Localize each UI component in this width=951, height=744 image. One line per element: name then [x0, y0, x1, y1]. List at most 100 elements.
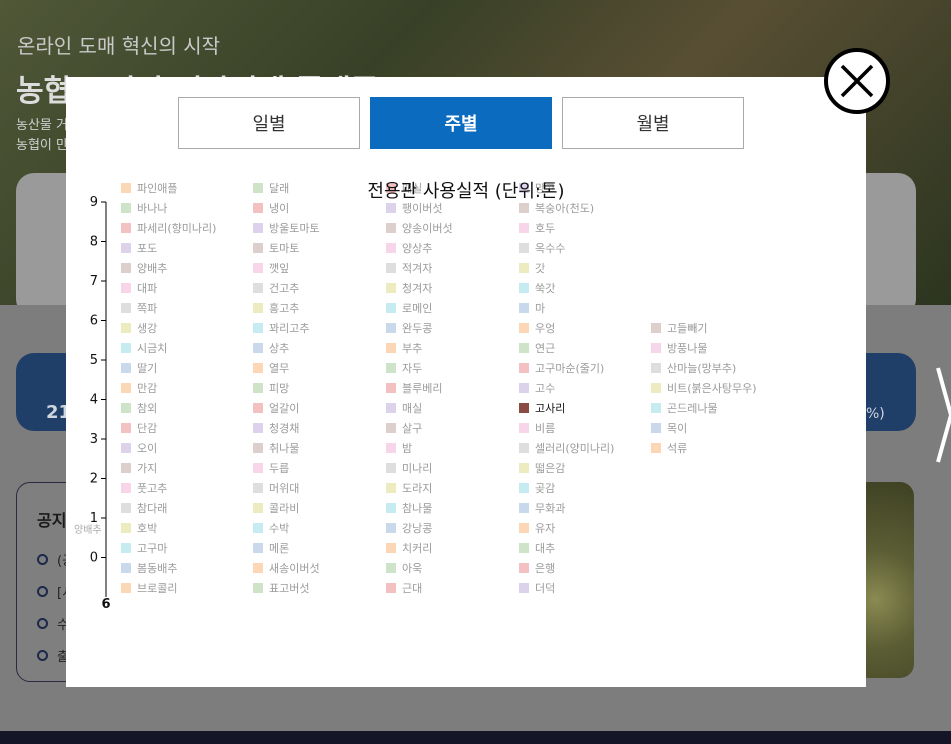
legend-item[interactable]: 산마늘(망부추) [651, 361, 736, 375]
legend-item[interactable]: 적겨자 [386, 261, 432, 275]
legend-item[interactable]: 매실 [386, 401, 422, 415]
legend-item[interactable]: 고사리 [519, 401, 565, 415]
legend-item[interactable]: 도라지 [386, 481, 432, 495]
legend-item[interactable]: 홍고추 [253, 301, 299, 315]
legend-item[interactable]: 대추 [519, 541, 555, 555]
legend-swatch [386, 423, 396, 433]
legend-item[interactable]: 청겨자 [386, 281, 432, 295]
legend-item[interactable]: 만감 [121, 381, 157, 395]
legend-item[interactable]: 머위대 [253, 481, 299, 495]
legend-item[interactable]: 표고버섯 [253, 581, 309, 595]
legend-item[interactable]: 새송이버섯 [253, 561, 320, 575]
legend-item[interactable]: 자두 [386, 361, 422, 375]
legend-item[interactable]: 쑥갓 [519, 281, 555, 295]
legend-item[interactable]: 치커리 [386, 541, 432, 555]
legend-swatch [519, 583, 529, 593]
legend-item[interactable]: 토마토 [253, 241, 299, 255]
legend-item[interactable]: 깻잎 [253, 261, 289, 275]
legend-item[interactable]: 브로콜리 [121, 581, 177, 595]
legend-item[interactable]: 고들빼기 [651, 321, 707, 335]
legend-item[interactable]: 콜라비 [253, 501, 299, 515]
legend-item[interactable]: 더덕 [519, 581, 555, 595]
close-button[interactable] [824, 48, 890, 114]
legend-label: 대추 [535, 542, 556, 555]
legend-item[interactable]: 무화과 [519, 501, 565, 515]
legend-item[interactable]: 건고추 [253, 281, 299, 295]
legend-item[interactable]: 양상추 [386, 241, 432, 255]
legend-item[interactable]: 단감 [121, 421, 157, 435]
legend-item[interactable]: 미나리 [386, 461, 432, 475]
legend-item[interactable]: 블루베리 [386, 381, 442, 395]
legend-item[interactable]: 살구 [386, 421, 422, 435]
legend-item[interactable]: 옥수수 [519, 241, 565, 255]
legend-item[interactable]: 봄동배추 [121, 561, 177, 575]
legend-item[interactable]: 열무 [253, 361, 289, 375]
legend-item[interactable]: 양송이버섯 [386, 221, 453, 235]
legend-swatch [386, 503, 396, 513]
legend-item[interactable]: 꽈리고추 [253, 321, 309, 335]
legend-item[interactable]: 복숭아(천도) [519, 201, 594, 215]
legend-item[interactable]: 취나물 [253, 441, 299, 455]
legend-item[interactable]: 호박 [121, 521, 157, 535]
legend-item[interactable]: 시금치 [121, 341, 167, 355]
legend-item[interactable]: 로메인 [386, 301, 432, 315]
legend-item[interactable]: 냉이 [253, 201, 289, 215]
legend-label: 유자 [535, 522, 556, 535]
legend-item[interactable]: 고구마순(줄기) [519, 361, 604, 375]
legend-label: 적겨자 [402, 262, 433, 275]
legend-item[interactable]: 파세리(향미나리) [121, 221, 216, 235]
legend-item[interactable]: 근대 [386, 581, 422, 595]
legend-item[interactable]: 연근 [519, 341, 555, 355]
legend-item[interactable]: 딸기 [121, 361, 157, 375]
legend-item[interactable]: 참나물 [386, 501, 432, 515]
legend-item[interactable]: 팽이버섯 [386, 201, 442, 215]
legend-item[interactable]: 얼갈이 [253, 401, 299, 415]
legend-item[interactable]: 곤드레나물 [651, 401, 718, 415]
legend-item[interactable]: 두릅 [253, 461, 289, 475]
legend-item[interactable]: 석류 [651, 441, 687, 455]
legend-item[interactable]: 비트(붉은사탕무우) [651, 381, 757, 395]
legend-item[interactable]: 갓 [519, 261, 545, 275]
legend-label: 옥수수 [535, 242, 566, 255]
legend-item[interactable]: 가지 [121, 461, 157, 475]
legend-item[interactable]: 강낭콩 [386, 521, 432, 535]
legend-item[interactable]: 곶감 [519, 481, 555, 495]
legend-item[interactable]: 수박 [253, 521, 289, 535]
legend-item[interactable]: 오이 [121, 441, 157, 455]
legend-item[interactable]: 떫은감 [519, 461, 565, 475]
legend-item[interactable]: 유자 [519, 521, 555, 535]
legend-item[interactable]: 참외 [121, 401, 157, 415]
legend-item[interactable]: 상추 [253, 341, 289, 355]
legend-item[interactable]: 밤 [386, 441, 412, 455]
next-arrow-icon[interactable] [936, 366, 951, 464]
legend-item[interactable]: 은행 [519, 561, 555, 575]
legend-item[interactable]: 호두 [519, 221, 555, 235]
legend-item[interactable]: 포도 [121, 241, 157, 255]
legend-item[interactable]: 고수 [519, 381, 555, 395]
legend-item[interactable]: 양배추 [121, 261, 167, 275]
legend-item[interactable]: 피망 [253, 381, 289, 395]
legend-item[interactable]: 생강 [121, 321, 157, 335]
legend-item[interactable]: 청경채 [253, 421, 299, 435]
legend-item[interactable]: 바나나 [121, 201, 167, 215]
legend-item[interactable]: 메론 [253, 541, 289, 555]
legend-item[interactable]: 쪽파 [121, 301, 157, 315]
legend-item[interactable]: 완두콩 [386, 321, 432, 335]
legend-label: 아욱 [402, 562, 423, 575]
legend-item[interactable]: 참다래 [121, 501, 167, 515]
legend-item[interactable]: 아욱 [386, 561, 422, 575]
legend-swatch [519, 303, 529, 313]
legend-item[interactable]: 우엉 [519, 321, 555, 335]
legend-item[interactable]: 고구마 [121, 541, 167, 555]
chart-title: 전용관 사용실적 (단위:톤) [367, 181, 565, 202]
legend-item[interactable]: 셀러리(양미나리) [519, 441, 614, 455]
legend-item[interactable]: 풋고추 [121, 481, 167, 495]
legend-item[interactable]: 부추 [386, 341, 422, 355]
legend-swatch [651, 323, 661, 333]
legend-item[interactable]: 방울토마토 [253, 221, 320, 235]
legend-item[interactable]: 비름 [519, 421, 555, 435]
legend-item[interactable]: 방풍나물 [651, 341, 707, 355]
legend-item[interactable]: 대파 [121, 281, 157, 295]
legend-item[interactable]: 마 [519, 301, 545, 315]
legend-item[interactable]: 목이 [651, 421, 687, 435]
